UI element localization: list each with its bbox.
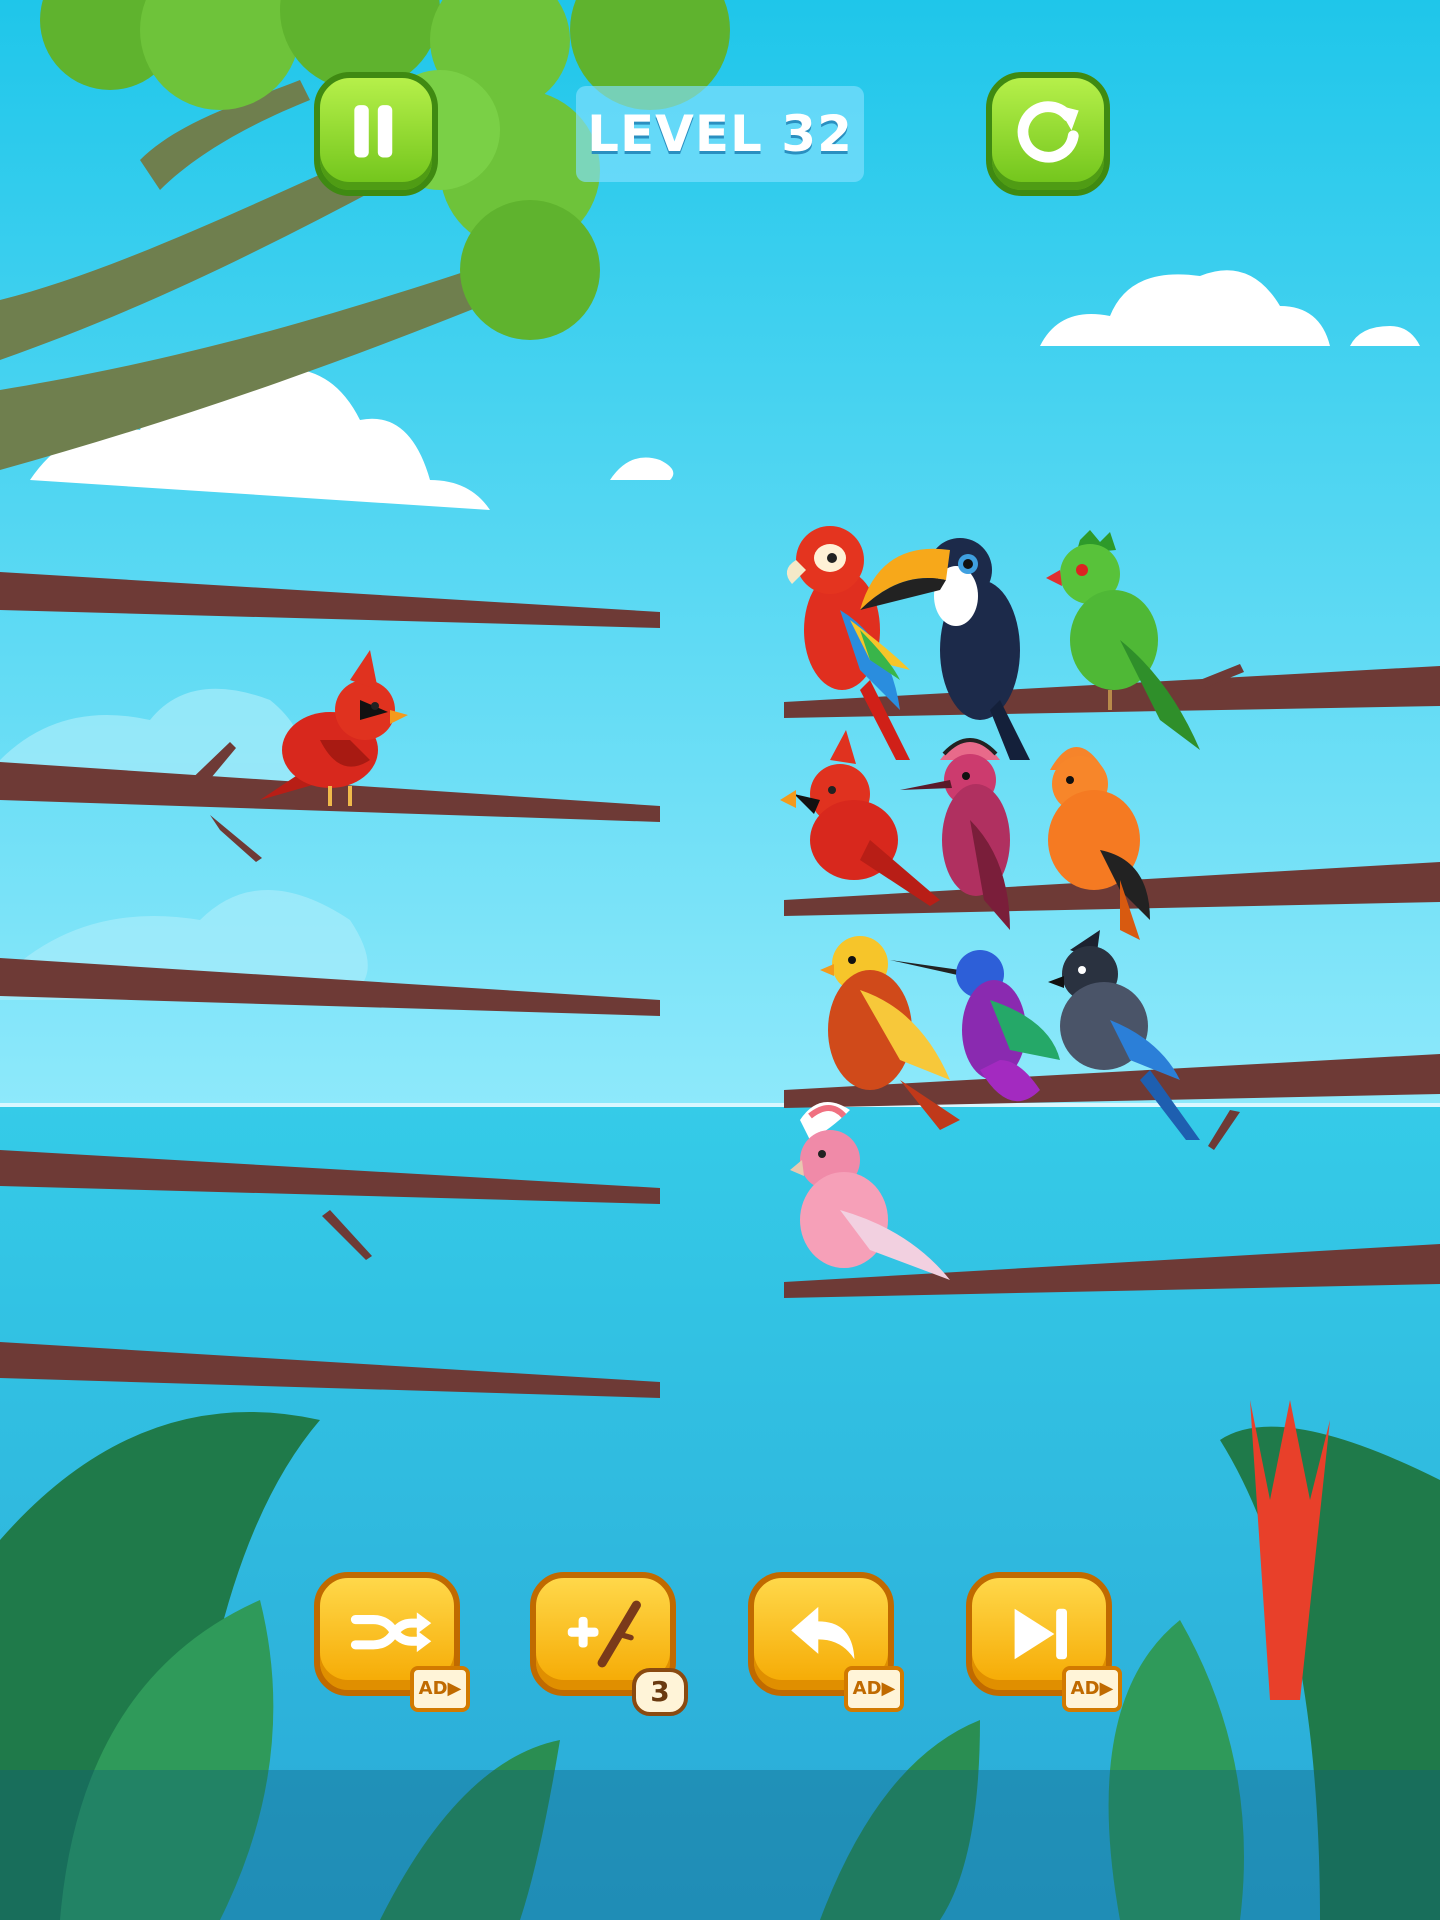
pause-icon	[354, 105, 393, 158]
bottom-shade	[0, 1770, 1440, 1920]
pause-button[interactable]	[314, 72, 438, 196]
horizon-line	[0, 1103, 1440, 1107]
restart-button[interactable]	[986, 72, 1110, 196]
shuffle-button[interactable]: AD▶	[314, 1572, 470, 1712]
undo-button[interactable]: AD▶	[748, 1572, 904, 1712]
add-branch-button[interactable]: 3	[530, 1572, 688, 1716]
restart-icon	[1017, 101, 1079, 163]
game-scene	[0, 0, 1440, 1920]
ad-badge: AD▶	[1062, 1666, 1122, 1712]
ad-badge: AD▶	[844, 1666, 904, 1712]
ad-badge: AD▶	[410, 1666, 470, 1712]
remaining-count-badge: 3	[632, 1668, 688, 1716]
level-label: LEVEL 32	[576, 86, 864, 182]
skip-level-button[interactable]: AD▶	[966, 1572, 1122, 1712]
